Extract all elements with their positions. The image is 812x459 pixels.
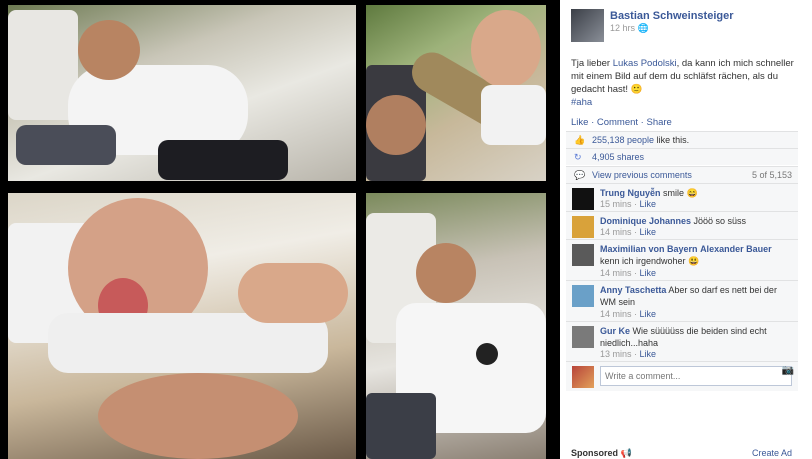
comment-item: Gur Ke Wie süüüüss die beiden sind echt … (566, 321, 798, 361)
comment-input[interactable]: Write a comment... (600, 366, 792, 386)
globe-icon: 🌐 (637, 23, 649, 33)
post-actions[interactable]: Like · Comment · Share (571, 117, 672, 128)
comment-item: Anny Taschetta Aber so darf es nett bei … (566, 280, 798, 321)
write-comment-row: Write a comment... 📷 (566, 361, 798, 391)
camera-icon[interactable]: 📷 (782, 365, 794, 376)
create-ad-link[interactable]: Create Ad (752, 448, 792, 458)
commenter-avatar[interactable] (572, 285, 594, 307)
view-previous-row[interactable]: 💬 View previous comments 5 of 5,153 (566, 166, 798, 183)
hashtag-link[interactable]: #aha (571, 97, 592, 108)
comment-item: Trung Nguyễn smile 😄 15 mins · Like (566, 183, 798, 211)
photo-1[interactable] (8, 5, 356, 181)
likes-row[interactable]: 👍 255,138 people like this. (566, 131, 798, 148)
commenter-avatar[interactable] (572, 216, 594, 238)
shares-row[interactable]: ↻ 4,905 shares (566, 148, 798, 165)
sponsored-label: Sponsored 📢 (571, 448, 632, 458)
author-avatar[interactable] (571, 9, 604, 42)
photo-collage[interactable] (0, 0, 560, 459)
commenter-avatar[interactable] (572, 326, 594, 348)
share-icon: ↻ (574, 152, 582, 162)
post-text: Tja lieber Lukas Podolski, da kann ich m… (571, 58, 794, 108)
photo-4[interactable] (366, 193, 546, 459)
thumbs-up-icon: 👍 (574, 135, 586, 145)
commenter-avatar[interactable] (572, 244, 594, 266)
user-avatar (572, 366, 594, 388)
comment-item: Dominique Johannes Jööö so süss 14 mins … (566, 211, 798, 239)
comment-icon: 💬 (574, 170, 586, 180)
megaphone-icon: 📢 (620, 448, 632, 458)
post-time[interactable]: 12 hrs 🌐 (610, 23, 649, 34)
photo-3[interactable] (8, 193, 356, 459)
mention-link[interactable]: Lukas Podolski (613, 58, 677, 69)
commenter-avatar[interactable] (572, 188, 594, 210)
photo-2[interactable] (366, 5, 546, 181)
author-name[interactable]: Bastian Schweinsteiger (610, 10, 734, 22)
post-panel: Bastian Schweinsteiger 12 hrs 🌐 Tja lieb… (560, 0, 812, 459)
comment-item: Maximilian von Bayern Alexander Bauer ke… (566, 239, 798, 280)
